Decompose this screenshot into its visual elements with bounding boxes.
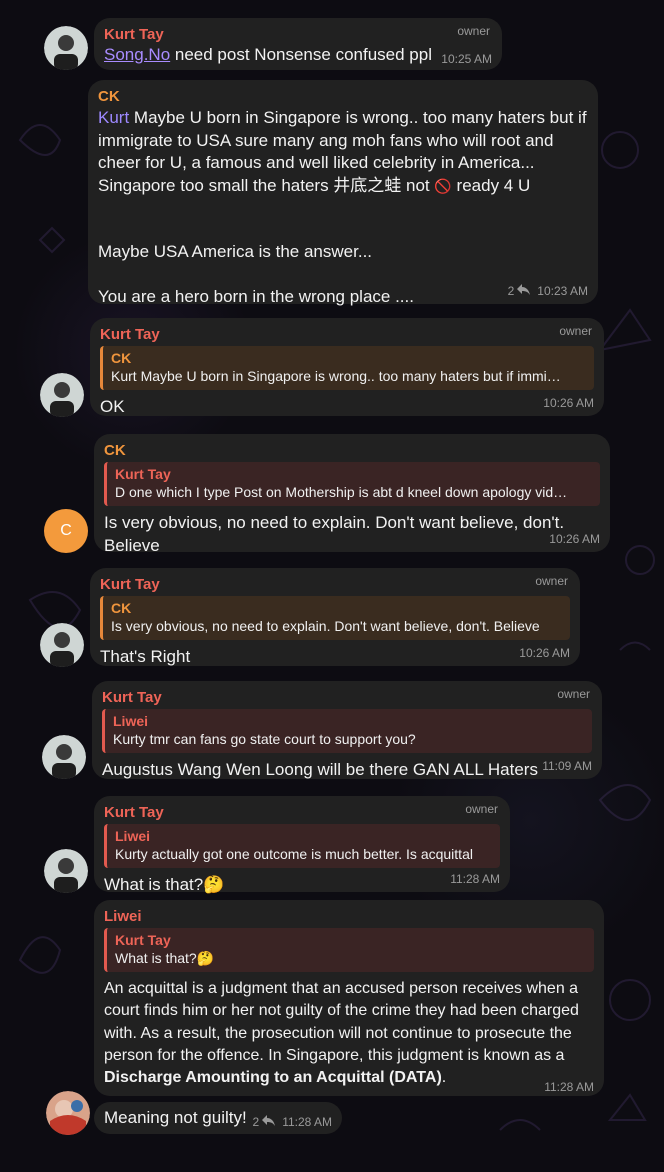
reply-text: Is very obvious, no need to explain. Don… <box>111 618 540 634</box>
reply-text: What is that?🤔 <box>115 950 215 966</box>
message-time: 10:26 AM <box>543 396 594 410</box>
reply-count: 2 <box>507 284 515 298</box>
reply-quote[interactable]: Kurt Tay What is that?🤔 <box>104 928 594 972</box>
no-entry-emoji: 🚫 <box>434 177 452 194</box>
message-text: An acquittal is a judgment that an accus… <box>104 980 579 1087</box>
reply-arrow-icon <box>517 284 531 298</box>
sender-name[interactable]: Kurt Tay <box>102 689 592 707</box>
message-time: 11:28 AM <box>450 872 500 886</box>
avatar-kurt-tay[interactable] <box>40 373 84 417</box>
owner-badge: owner <box>535 574 568 588</box>
avatar-letter: C <box>60 522 72 539</box>
sender-name[interactable]: CK <box>104 442 600 460</box>
reply-count: 2 <box>252 1115 260 1129</box>
avatar-kurt-tay[interactable] <box>40 623 84 667</box>
avatar-kurt-tay[interactable] <box>44 26 88 70</box>
reply-sender: Kurt Tay <box>115 932 171 948</box>
owner-badge: owner <box>559 324 592 338</box>
reply-arrow-icon <box>262 1115 276 1129</box>
message-text-cont: ready 4 U <box>451 175 531 195</box>
avatar-kurt-tay[interactable] <box>44 849 88 893</box>
message-text: need post Nonsense confused ppl <box>170 45 432 64</box>
reply-sender: CK <box>111 350 132 366</box>
sender-name[interactable]: Kurt Tay <box>104 804 500 822</box>
reply-quote[interactable]: CK Kurt Maybe U born in Singapore is wro… <box>100 346 594 390</box>
message-bubble[interactable]: Kurt Tay owner CK Is very obvious, no ne… <box>90 568 580 666</box>
reply-sender: Liwei <box>113 713 149 729</box>
reply-text: D one which I type Post on Mothership is… <box>115 484 568 500</box>
message-time: 11:09 AM <box>542 759 592 773</box>
reply-text: Kurt Maybe U born in Singapore is wrong.… <box>111 368 561 384</box>
sender-name[interactable]: Kurt Tay <box>100 576 570 594</box>
message-text: That's Right <box>100 647 191 666</box>
message-time: 10:23 AM <box>537 284 588 298</box>
owner-badge: owner <box>457 24 490 38</box>
message-bubble[interactable]: CK Kurt Maybe U born in Singapore is wro… <box>88 80 598 306</box>
reply-quote[interactable]: Liwei Kurty tmr can fans go state court … <box>102 709 592 753</box>
message-text: What is that?🤔 <box>104 875 225 894</box>
reply-sender: Kurt Tay <box>115 466 171 482</box>
owner-badge: owner <box>465 802 498 816</box>
message-bubble[interactable]: Kurt Tay owner CK Kurt Maybe U born in S… <box>90 318 604 416</box>
reply-quote[interactable]: Liwei Kurty actually got one outcome is … <box>104 824 500 868</box>
message-text: Is very obvious, no need to explain. Don… <box>104 513 565 555</box>
message-text: Augustus Wang Wen Loong will be there GA… <box>102 760 538 779</box>
reply-sender: CK <box>111 600 132 616</box>
avatar-kurt-tay[interactable] <box>42 735 86 779</box>
message-bubble[interactable]: Kurt Tay owner Liwei Kurty tmr can fans … <box>92 681 602 779</box>
message-time: 11:28 AM <box>544 1080 594 1094</box>
reply-sender: Liwei <box>115 828 151 844</box>
sender-name[interactable]: Liwei <box>104 908 594 926</box>
sender-name[interactable]: Kurt Tay <box>104 26 492 44</box>
message-bubble[interactable]: Kurt Tay owner Song.No need post Nonsens… <box>94 18 502 70</box>
message-time: 11:28 AM <box>282 1115 332 1129</box>
message-time: 10:26 AM <box>519 646 570 660</box>
message-text: OK <box>100 397 125 416</box>
message-text-bold: Discharge Amounting to an Acquittal (DAT… <box>104 1069 442 1087</box>
message-text-line: Maybe USA America is the answer... <box>98 242 373 261</box>
mention-link[interactable]: Song.No <box>104 45 170 64</box>
avatar-liwei[interactable] <box>46 1091 90 1135</box>
message-time: 10:25 AM <box>441 52 492 66</box>
owner-badge: owner <box>557 687 590 701</box>
reply-text: Kurty tmr can fans go state court to sup… <box>113 731 416 747</box>
message-bubble[interactable]: CK Kurt Tay D one which I type Post on M… <box>94 434 610 555</box>
mention-link[interactable]: Kurt <box>98 108 129 127</box>
message-bubble[interactable]: Kurt Tay owner Liwei Kurty actually got … <box>94 796 510 894</box>
chat-background: Kurt Tay owner Song.No need post Nonsens… <box>0 0 664 1172</box>
avatar-ck[interactable]: C <box>44 509 88 553</box>
message-bubble[interactable]: Liwei Kurt Tay What is that?🤔 An acquitt… <box>94 900 604 1096</box>
message-time: 10:26 AM <box>549 532 600 546</box>
reply-quote[interactable]: Kurt Tay D one which I type Post on Moth… <box>104 462 600 506</box>
sender-name[interactable]: Kurt Tay <box>100 326 594 344</box>
reply-quote[interactable]: CK Is very obvious, no need to explain. … <box>100 596 570 640</box>
message-bubble[interactable]: Meaning not guilty! 2 11:28 AM <box>94 1102 342 1134</box>
sender-name[interactable]: CK <box>98 88 588 106</box>
reply-text: Kurty actually got one outcome is much b… <box>115 846 473 862</box>
